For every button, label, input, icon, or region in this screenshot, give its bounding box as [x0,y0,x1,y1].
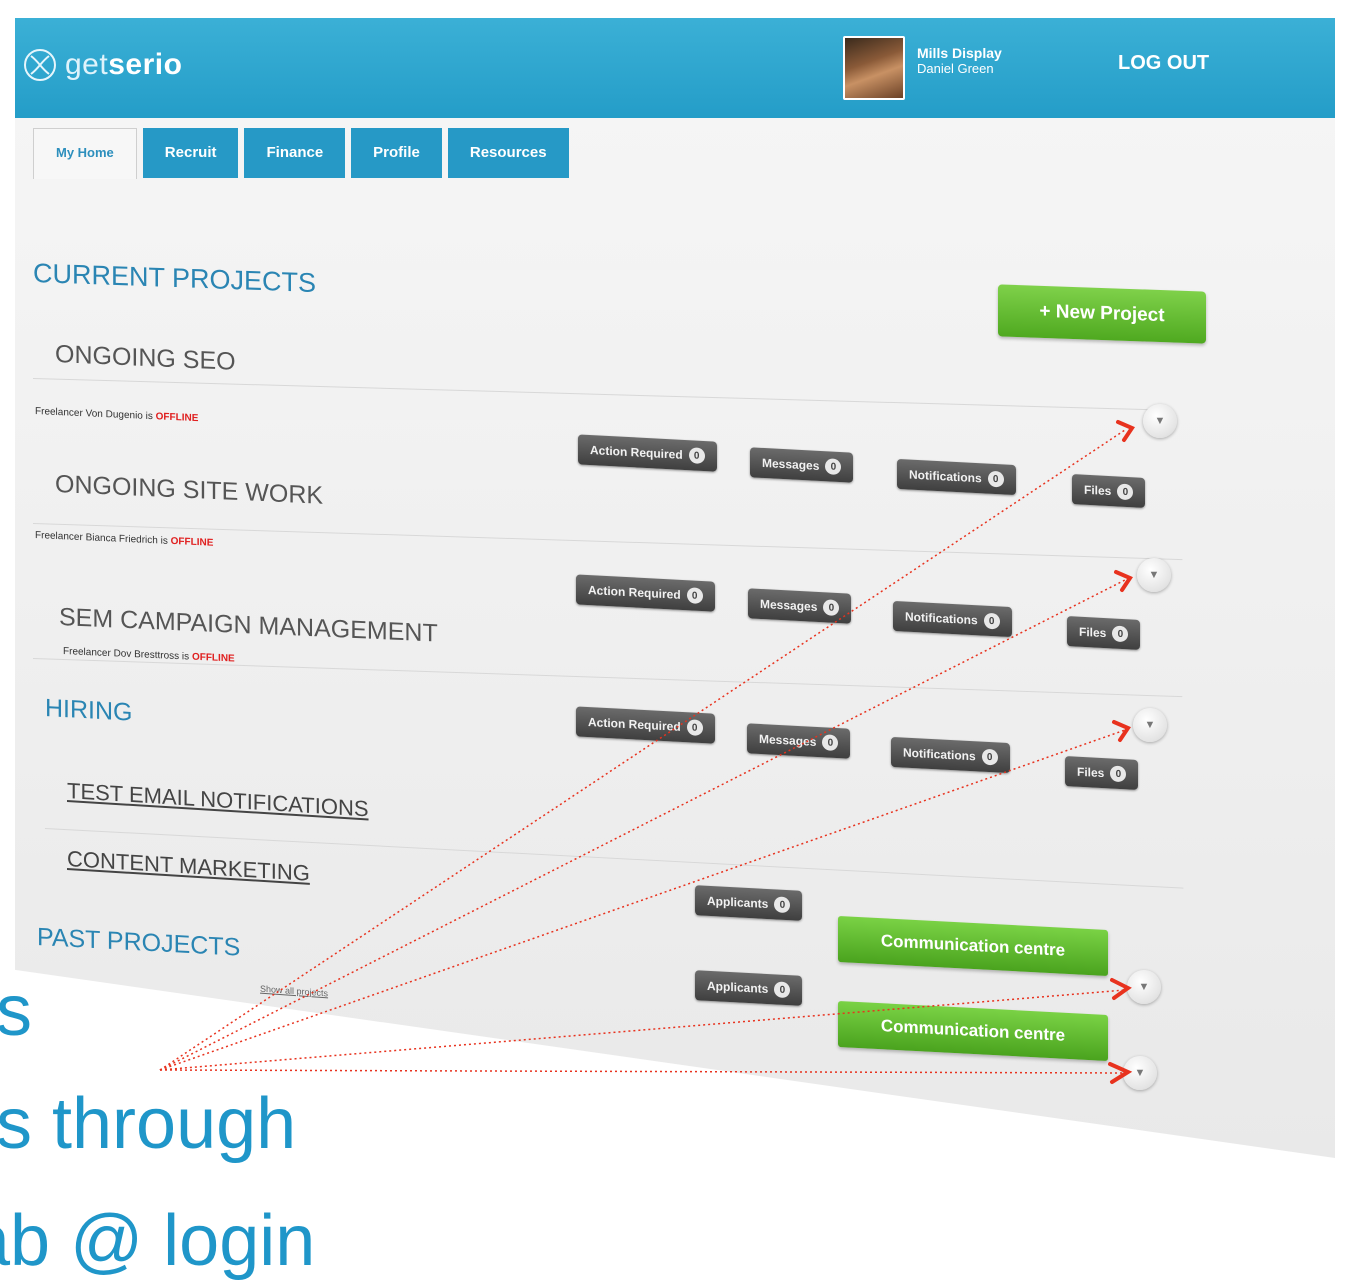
chevron-down-icon[interactable]: ▼ [1133,708,1167,742]
project-title[interactable]: ONGOING SITE WORK [55,470,323,511]
getserio-logo-icon [24,49,56,81]
logout-button[interactable]: LOG OUT [1118,52,1209,75]
messages-button[interactable]: Messages 0 [750,447,854,483]
user-info: Mills Display Daniel Green [917,45,1002,77]
applicants-button[interactable]: Applicants 0 [695,885,803,921]
top-bar: getserio Mills Display Daniel Green LOG … [15,18,1335,118]
files-button[interactable]: Files 0 [1067,616,1141,650]
communication-centre-button[interactable]: Communication centre [838,1000,1108,1062]
hiring-project-link[interactable]: CONTENT MARKETING [67,846,310,887]
current-projects-heading: CURRENT PROJECTS [33,258,317,298]
freelancer-status: Freelancer Von Dugenio is OFFLINE [35,406,199,425]
hiring-heading: HIRING [45,694,133,727]
messages-button[interactable]: Messages 0 [747,723,851,759]
tab-finance[interactable]: Finance [244,128,346,178]
communication-centre-button[interactable]: Communication centre [838,915,1108,977]
user-avatar[interactable] [843,36,905,100]
row-divider [32,658,1183,698]
chevron-down-icon[interactable]: ▼ [1127,970,1161,1004]
notifications-button[interactable]: Notifications 0 [897,458,1016,496]
user-name: Daniel Green [917,61,994,76]
app-screenshot-panel: getserio Mills Display Daniel Green LOG … [15,18,1335,1158]
notifications-button[interactable]: Notifications 0 [891,736,1010,774]
hiring-project-link[interactable]: TEST EMAIL NOTIFICATIONS [67,778,369,822]
show-all-projects-link[interactable]: Show all projects [260,984,328,999]
slide-text-line-3: ab @ login [0,1201,316,1281]
slide-text-line-2: s through [0,1084,297,1164]
tab-my-home[interactable]: My Home [33,128,137,179]
chevron-down-icon[interactable]: ▼ [1137,558,1171,592]
past-projects-heading: PAST PROJECTS [37,923,241,962]
tab-profile[interactable]: Profile [351,128,442,178]
project-title[interactable]: SEM CAMPAIGN MANAGEMENT [59,603,438,649]
slide-text-line-1: s [0,971,32,1051]
row-divider [32,378,1173,411]
applicants-button[interactable]: Applicants 0 [695,970,803,1006]
files-button[interactable]: Files 0 [1072,474,1146,508]
project-title[interactable]: ONGOING SEO [55,340,236,377]
tab-recruit[interactable]: Recruit [142,128,239,178]
new-project-button[interactable]: + New Project [998,284,1206,344]
notifications-button[interactable]: Notifications 0 [893,600,1012,638]
company-name: Mills Display [917,45,1002,61]
chevron-down-icon[interactable]: ▼ [1123,1056,1157,1090]
files-button[interactable]: Files 0 [1065,756,1139,790]
action-required-button[interactable]: Action Required 0 [578,434,717,472]
tab-resources[interactable]: Resources [447,128,569,178]
chevron-down-icon[interactable]: ▼ [1143,404,1177,438]
action-required-button[interactable]: Action Required 0 [576,706,715,744]
action-required-button[interactable]: Action Required 0 [576,574,715,612]
freelancer-status: Freelancer Bianca Friedrich is OFFLINE [35,530,214,549]
logo[interactable]: getserio [23,48,182,82]
main-tabs: My Home Recruit Finance Profile Resource… [33,128,569,179]
messages-button[interactable]: Messages 0 [748,588,852,624]
logo-text: getserio [65,48,183,81]
